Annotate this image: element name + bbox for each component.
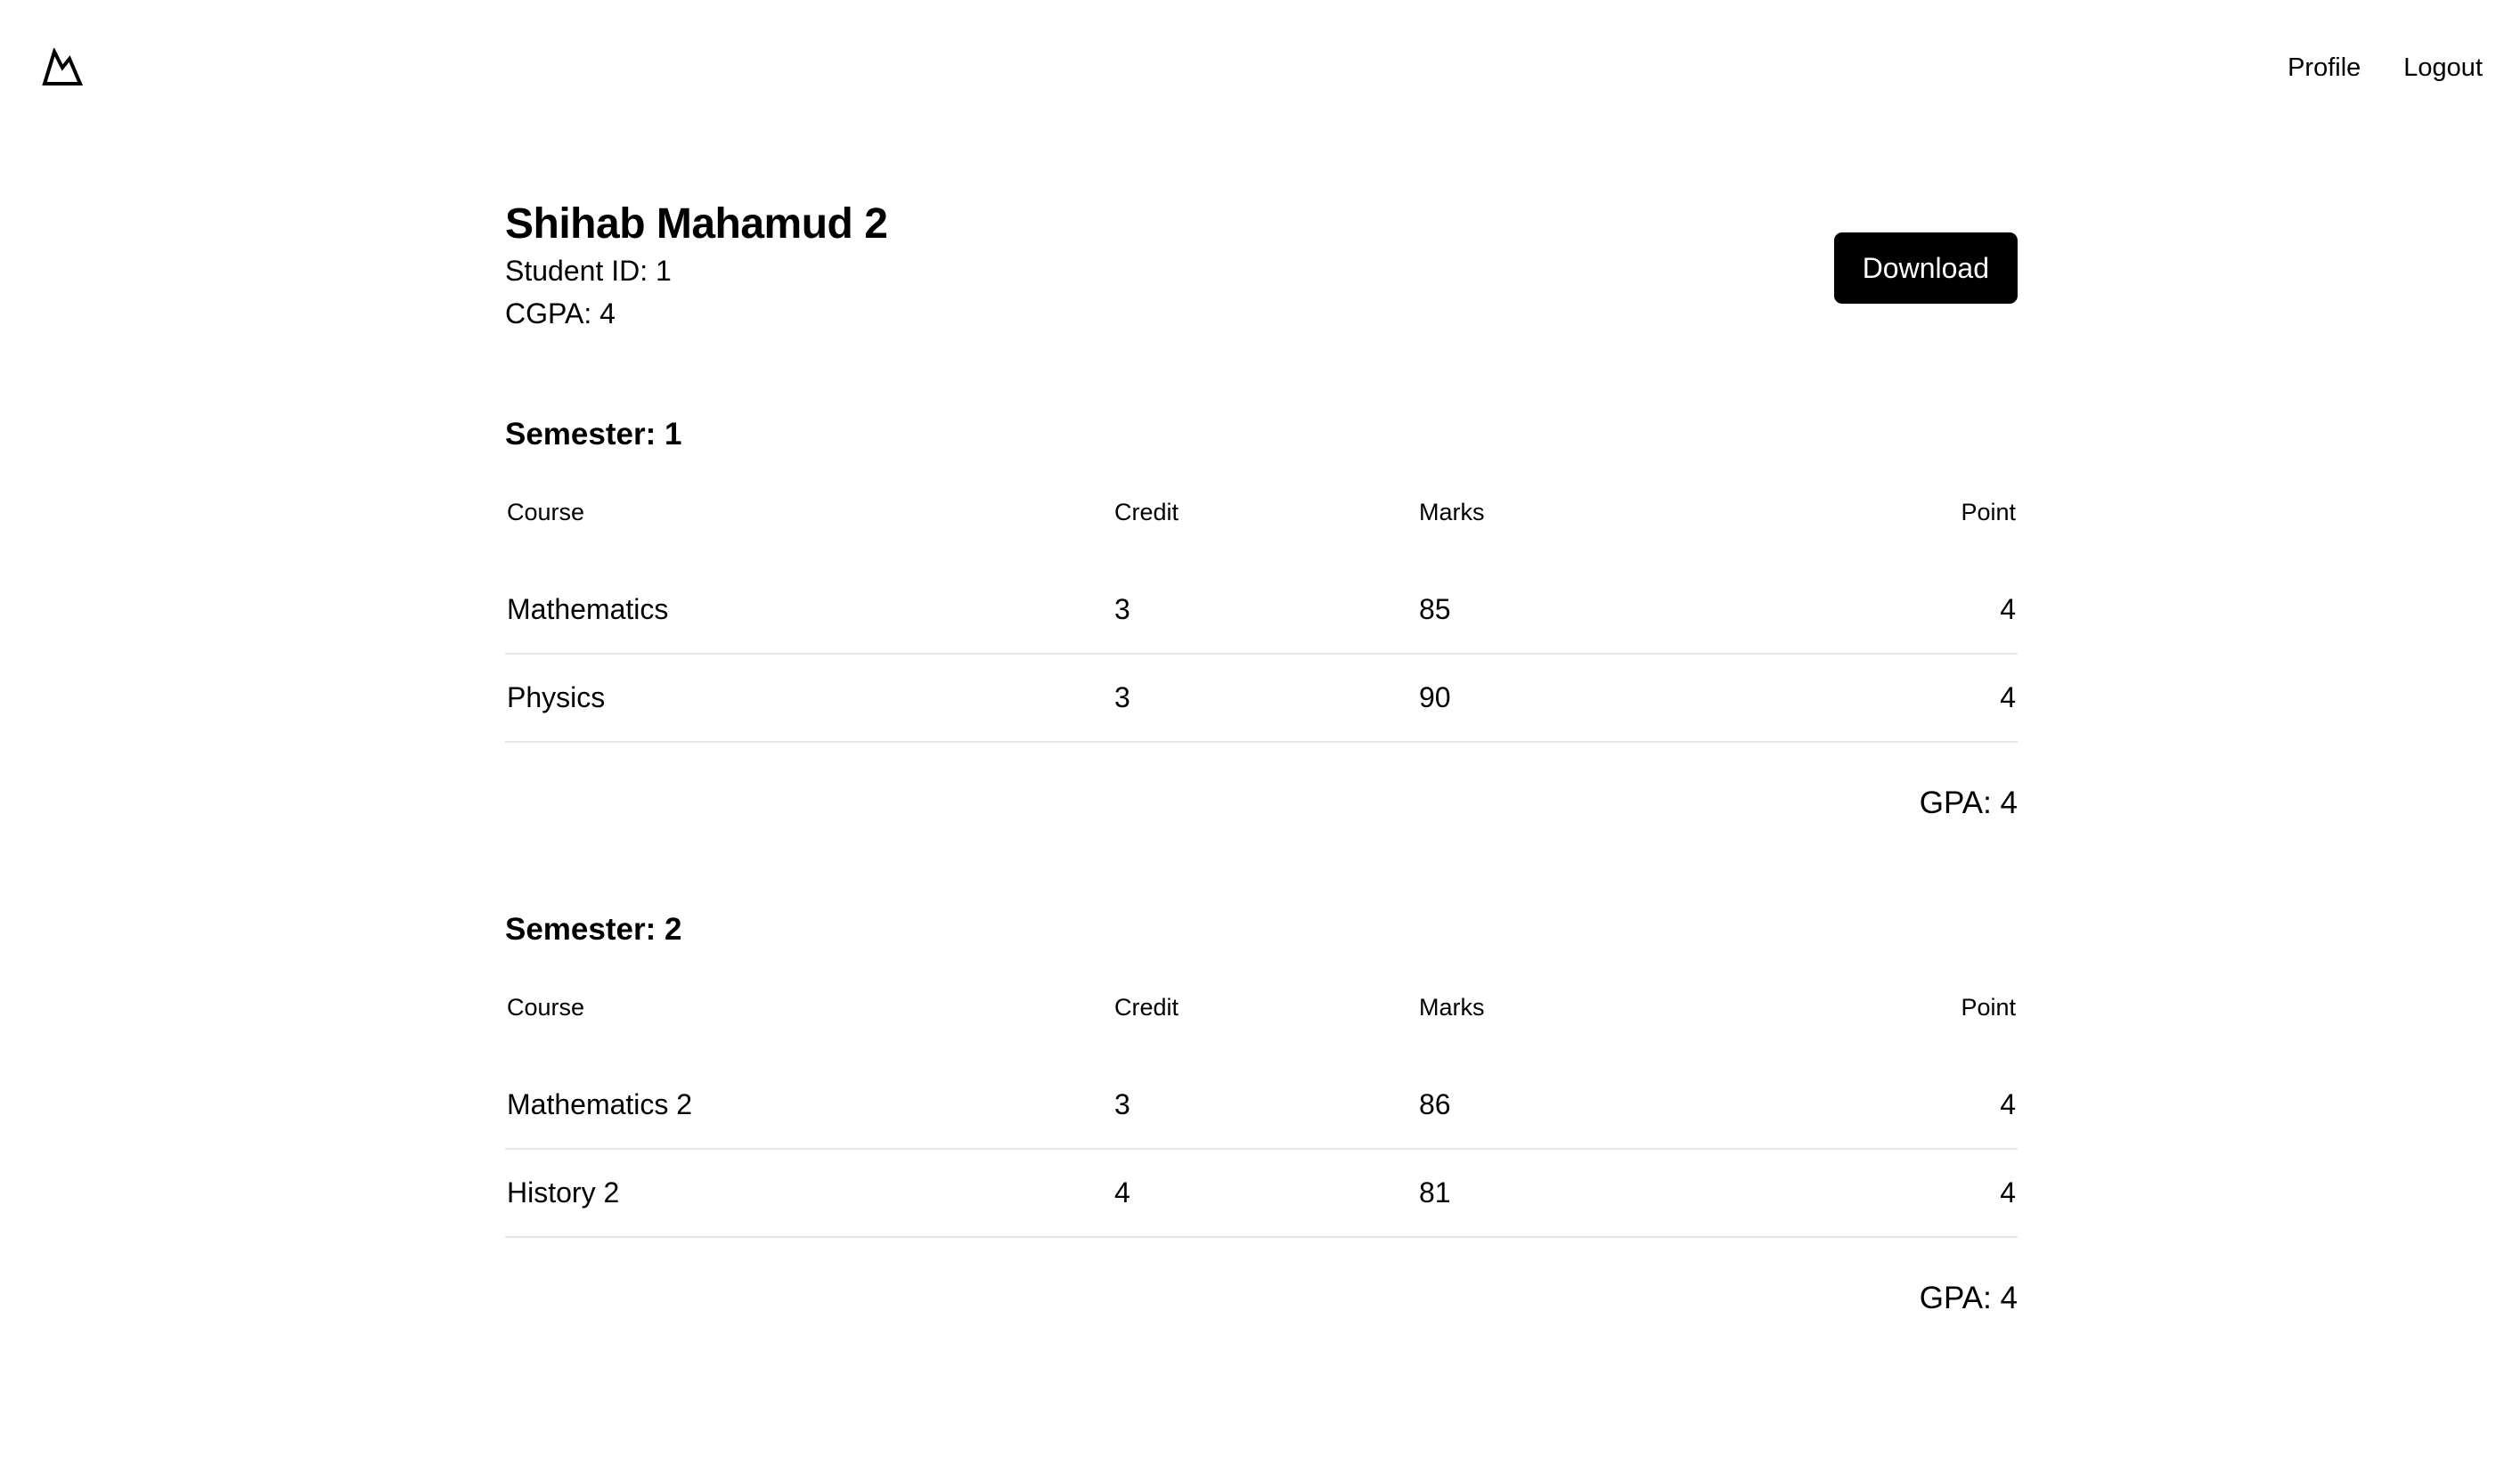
table-row: Physics 3 90 4 xyxy=(505,654,2018,743)
table-row: Mathematics 2 3 86 4 xyxy=(505,1062,2018,1150)
header-credit: Credit xyxy=(1114,499,1179,525)
cell-credit: 3 xyxy=(1113,654,1417,743)
cell-point: 4 xyxy=(1836,1062,2018,1150)
header-course: Course xyxy=(507,499,585,525)
cell-point: 4 xyxy=(1836,1149,2018,1238)
cell-point: 4 xyxy=(1836,654,2018,743)
course-table: Course Credit Marks Point Mathematics 3 … xyxy=(505,495,2018,743)
student-header: Shihab Mahamud 2 Student ID: 1 CGPA: 4 D… xyxy=(505,199,2018,342)
cgpa: CGPA: 4 xyxy=(505,297,616,330)
result-content: Shihab Mahamud 2 Student ID: 1 CGPA: 4 D… xyxy=(505,199,2018,1315)
header-marks: Marks xyxy=(1419,499,1485,525)
table-row: Mathematics 3 85 4 xyxy=(505,566,2018,655)
header-credit: Credit xyxy=(1114,994,1179,1021)
semester-gpa: GPA: 4 xyxy=(1919,1281,2018,1315)
table-header-row: Course Credit Marks Point xyxy=(505,495,2018,566)
mountain-icon[interactable] xyxy=(42,48,83,85)
header-point: Point xyxy=(1961,994,2016,1021)
download-button[interactable]: Download xyxy=(1833,232,2018,304)
cell-course: History 2 xyxy=(505,1149,1113,1238)
semester-section: Semester: 2 Course Credit Marks Point Ma… xyxy=(505,910,2018,1318)
semester-title: Semester: 1 xyxy=(505,417,682,452)
course-table: Course Credit Marks Point Mathematics 2 … xyxy=(505,990,2018,1238)
cell-course: Physics xyxy=(505,654,1113,743)
top-nav: Profile Logout xyxy=(2288,50,2483,85)
semester-section: Semester: 1 Course Credit Marks Point Ma… xyxy=(505,415,2018,823)
header-point: Point xyxy=(1961,499,2016,525)
semester-gpa: GPA: 4 xyxy=(1919,785,2018,820)
profile-link[interactable]: Profile xyxy=(2288,50,2361,85)
cell-point: 4 xyxy=(1836,566,2018,655)
page: Profile Logout Shihab Mahamud 2 Student … xyxy=(0,0,2520,1457)
cell-credit: 4 xyxy=(1113,1149,1417,1238)
cell-marks: 85 xyxy=(1417,566,1836,655)
student-name: Shihab Mahamud 2 xyxy=(505,200,888,248)
table-row: History 2 4 81 4 xyxy=(505,1149,2018,1238)
cell-course: Mathematics xyxy=(505,566,1113,655)
student-id: Student ID: 1 xyxy=(505,255,672,287)
cell-course: Mathematics 2 xyxy=(505,1062,1113,1150)
cell-credit: 3 xyxy=(1113,566,1417,655)
semester-title: Semester: 2 xyxy=(505,912,682,947)
header-marks: Marks xyxy=(1419,994,1485,1021)
cell-marks: 81 xyxy=(1417,1149,1836,1238)
header-course: Course xyxy=(507,994,585,1021)
cell-credit: 3 xyxy=(1113,1062,1417,1150)
logout-link[interactable]: Logout xyxy=(2403,50,2483,85)
table-header-row: Course Credit Marks Point xyxy=(505,990,2018,1062)
cell-marks: 90 xyxy=(1417,654,1836,743)
cell-marks: 86 xyxy=(1417,1062,1836,1150)
